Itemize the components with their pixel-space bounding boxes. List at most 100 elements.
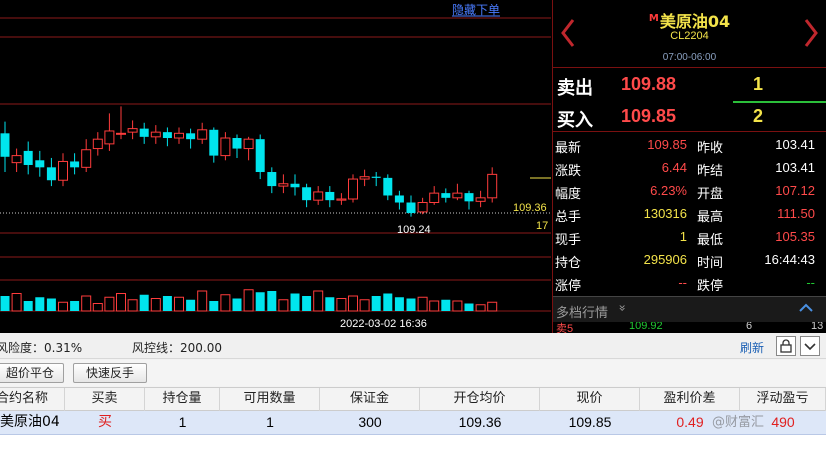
volume-bar	[290, 293, 300, 311]
column-header[interactable]: 浮动盈亏	[740, 388, 826, 412]
sell5-row: 卖5 109.92 6 13	[553, 322, 826, 333]
stat-value: 1	[679, 229, 687, 244]
stat-label: 跌停	[697, 279, 724, 294]
sell5-label: 卖5	[556, 323, 574, 333]
volume-bar	[58, 301, 68, 312]
candle-body	[127, 128, 138, 133]
refresh-link[interactable]: 刷新	[740, 339, 764, 356]
chevron-down-icon	[804, 343, 816, 351]
volume-bar	[0, 296, 10, 311]
volume-bar	[81, 295, 92, 312]
ask-row[interactable]: 卖出 109.88 1	[553, 70, 826, 100]
quote-panel: M美原油04 CL2204 07:00-06:00 卖出 109.88 1 买入…	[552, 0, 826, 333]
column-header[interactable]: 合约名称	[0, 388, 65, 412]
volume-bar	[70, 301, 80, 311]
candle-body	[232, 138, 242, 149]
candle-body	[104, 130, 115, 145]
cell-available: 1	[266, 414, 274, 430]
column-header[interactable]: 开仓均价	[420, 388, 540, 412]
quick-reverse-button[interactable]: 快速反手	[73, 363, 147, 383]
volume-bar	[11, 293, 22, 312]
stat-value: 109.85	[647, 137, 687, 152]
positions-panel: 风险度：0.31% 风控线：200.00 刷新 超价平仓 快速反手 合约名称 买卖…	[0, 333, 826, 452]
volume-bar	[464, 303, 474, 311]
bid-label: 买入	[557, 110, 593, 131]
table-empty-area	[0, 435, 826, 452]
ask-label: 卖出	[557, 78, 593, 99]
volume-bar	[186, 299, 196, 311]
candle-body	[417, 202, 428, 213]
stat-row: 最新 109.85 昨收 103.41	[553, 134, 826, 157]
candle-body	[220, 137, 231, 157]
bid-volume: 2	[753, 106, 764, 126]
right-edge-label: 17	[536, 220, 548, 232]
sell5-volume: 6	[746, 322, 753, 332]
stat-value: 105.35	[775, 229, 815, 244]
candle-body	[243, 138, 254, 150]
column-header[interactable]: 买卖	[65, 388, 145, 412]
stat-label: 最低	[697, 233, 724, 248]
crosshair-date-label: 2022-03-02 16:36	[340, 318, 427, 330]
candle-body	[267, 172, 277, 187]
kline-chart-canvas[interactable]: 隐藏下单 109.36 109.24 17 2022-03-02 16:36	[0, 0, 551, 333]
next-contract-icon[interactable]	[804, 18, 818, 48]
depth-toggle-bar[interactable]: 多档行情 »	[553, 296, 826, 322]
stat-label: 时间	[697, 256, 724, 271]
candle-body	[452, 192, 463, 199]
column-header[interactable]: 持仓量	[145, 388, 220, 412]
volume-bar	[417, 296, 428, 312]
volume-bar	[406, 298, 416, 311]
volume-bar	[139, 294, 149, 311]
stat-row: 现手 1 最低 105.35	[553, 226, 826, 249]
volume-bar	[209, 301, 219, 311]
stat-value: 6.44	[661, 160, 687, 175]
stat-label: 涨停	[555, 279, 582, 294]
trading-hours: 07:00-06:00	[662, 52, 717, 63]
stat-row: 总手 130316 最高 111.50	[553, 203, 826, 226]
volume-bar	[441, 299, 451, 311]
volume-bar	[243, 289, 254, 312]
ask-price[interactable]: 109.88	[621, 74, 676, 95]
column-header[interactable]: 保证金	[320, 388, 420, 412]
stat-value: 103.41	[775, 160, 815, 175]
table-row[interactable]: 美原油04 买 1 1 300 109.36 109.85 0.49 490	[0, 411, 826, 435]
hide-orders-link[interactable]: 隐藏下单	[452, 3, 500, 17]
candle-body	[348, 178, 358, 200]
volume-bar	[197, 290, 208, 312]
sell5-extra: 13	[811, 322, 824, 332]
bid-price[interactable]: 109.85	[621, 106, 676, 127]
volume-bar	[452, 300, 463, 312]
candle-body	[255, 139, 265, 173]
candle-body	[464, 193, 474, 202]
trading-window: 隐藏下单 109.36 109.24 17 2022-03-02 16:36 M…	[0, 0, 826, 452]
column-header[interactable]: 现价	[540, 388, 640, 412]
stat-label: 总手	[555, 210, 582, 225]
risk-control-line: 风控线：200.00	[132, 341, 222, 355]
stat-label: 开盘	[697, 187, 724, 202]
dropdown-button[interactable]	[800, 336, 820, 356]
candle-body	[371, 176, 381, 178]
lock-button[interactable]	[776, 336, 796, 356]
contract-name-text: 美原油04	[659, 12, 731, 31]
kline-chart[interactable]: 隐藏下单 109.36 109.24 17 2022-03-02 16:36	[0, 0, 551, 333]
bid-row[interactable]: 买入 109.85 2	[553, 102, 826, 132]
volume-bar	[359, 299, 370, 312]
volume-bar	[150, 298, 161, 312]
low-price-label: 109.24	[397, 224, 431, 236]
volume-bar	[475, 304, 486, 312]
column-header[interactable]: 盈利价差	[640, 388, 740, 412]
volume-bar	[394, 297, 404, 311]
collapse-up-icon[interactable]	[799, 303, 813, 312]
candle-body	[139, 128, 149, 137]
stat-label: 昨结	[697, 164, 724, 179]
volume-bar	[104, 296, 115, 312]
stat-row: 幅度 6.23% 开盘 107.12	[553, 180, 826, 203]
stat-row: 持仓 295906 时间 16:44:43	[553, 249, 826, 272]
candle-body	[278, 183, 289, 187]
candle-body	[475, 197, 486, 202]
column-header[interactable]: 可用数量	[220, 388, 320, 412]
stat-label: 最高	[697, 210, 724, 225]
expand-chevrons-icon[interactable]: »	[616, 304, 630, 311]
candle-body	[162, 132, 172, 139]
over-price-close-button[interactable]: 超价平仓	[0, 363, 64, 383]
